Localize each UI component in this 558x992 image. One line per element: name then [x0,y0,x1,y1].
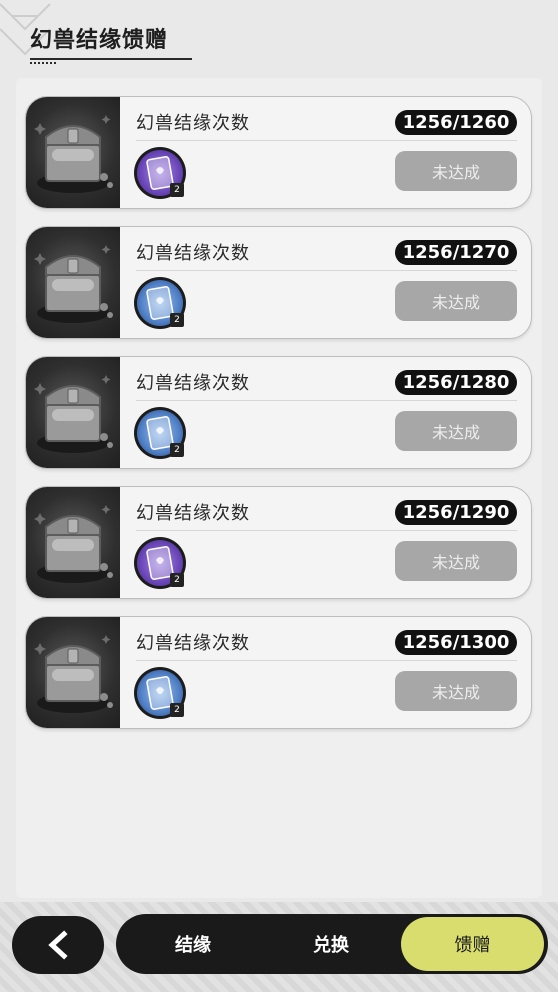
card-body: 幻兽结缘次数 1256/1300 2 未达成 [120,617,531,728]
progress-counter: 1256/1300 [395,630,517,655]
tab-label: 结缘 [175,935,211,956]
milestone-title: 幻兽结缘次数 [136,373,250,394]
treasure-chest-icon [26,97,120,208]
reward-quantity: 2 [170,443,184,457]
claim-button-label: 未达成 [431,553,480,572]
tab-label: 馈赠 [454,935,491,956]
reward-quantity: 2 [170,573,184,587]
back-button[interactable] [12,916,104,974]
page-title: 幻兽结缘馈赠 [30,28,169,53]
card-body: 幻兽结缘次数 1256/1260 2 未达成 [120,97,531,208]
claim-button[interactable]: 未达成 [395,671,517,711]
milestone-title: 幻兽结缘次数 [136,503,250,524]
claim-button[interactable]: 未达成 [395,411,517,451]
milestone-title: 幻兽结缘次数 [136,243,250,264]
claim-button-label: 未达成 [431,423,480,442]
milestone-card: 幻兽结缘次数 1256/1290 2 未达成 [25,486,532,599]
divider [136,140,517,141]
treasure-chest-icon [26,227,120,338]
milestone-card: 幻兽结缘次数 1256/1260 2 未达成 [25,96,532,209]
divider [136,660,517,661]
claim-button[interactable]: 未达成 [395,541,517,581]
tab-exchange[interactable]: 兑换 [276,914,386,974]
milestone-card: 幻兽结缘次数 1256/1270 2 未达成 [25,226,532,339]
reward-item[interactable]: 2 [134,407,186,459]
treasure-chest-icon [26,357,120,468]
milestone-title: 幻兽结缘次数 [136,633,250,654]
page-header: 幻兽结缘馈赠 [30,22,192,64]
treasure-chest-icon [26,487,120,598]
reward-item[interactable]: 2 [134,147,186,199]
divider [136,400,517,401]
reward-quantity: 2 [170,183,184,197]
divider [136,530,517,531]
reward-item[interactable]: 2 [134,667,186,719]
milestone-title: 幻兽结缘次数 [136,113,250,134]
tab-bond[interactable]: 结缘 [138,914,248,974]
claim-button[interactable]: 未达成 [395,281,517,321]
reward-item[interactable]: 2 [134,277,186,329]
claim-button-label: 未达成 [431,163,480,182]
card-body: 幻兽结缘次数 1256/1270 2 未达成 [120,227,531,338]
progress-counter: 1256/1260 [395,110,517,135]
treasure-chest-icon [26,617,120,728]
card-body: 幻兽结缘次数 1256/1290 2 未达成 [120,487,531,598]
progress-counter: 1256/1290 [395,500,517,525]
progress-counter: 1256/1270 [395,240,517,265]
claim-button-label: 未达成 [431,293,480,312]
tab-bar: 结缘 兑换 馈赠 [116,914,548,974]
milestone-card: 幻兽结缘次数 1256/1300 2 未达成 [25,616,532,729]
milestone-card: 幻兽结缘次数 1256/1280 2 未达成 [25,356,532,469]
title-dots [30,62,56,64]
tab-gift[interactable]: 馈赠 [401,917,544,971]
chevron-left-icon [48,930,68,960]
divider [136,270,517,271]
reward-quantity: 2 [170,313,184,327]
progress-counter: 1256/1280 [395,370,517,395]
title-underline [30,58,192,60]
claim-button-label: 未达成 [431,683,480,702]
reward-item[interactable]: 2 [134,537,186,589]
tab-label: 兑换 [313,935,349,956]
reward-quantity: 2 [170,703,184,717]
card-body: 幻兽结缘次数 1256/1280 2 未达成 [120,357,531,468]
claim-button[interactable]: 未达成 [395,151,517,191]
